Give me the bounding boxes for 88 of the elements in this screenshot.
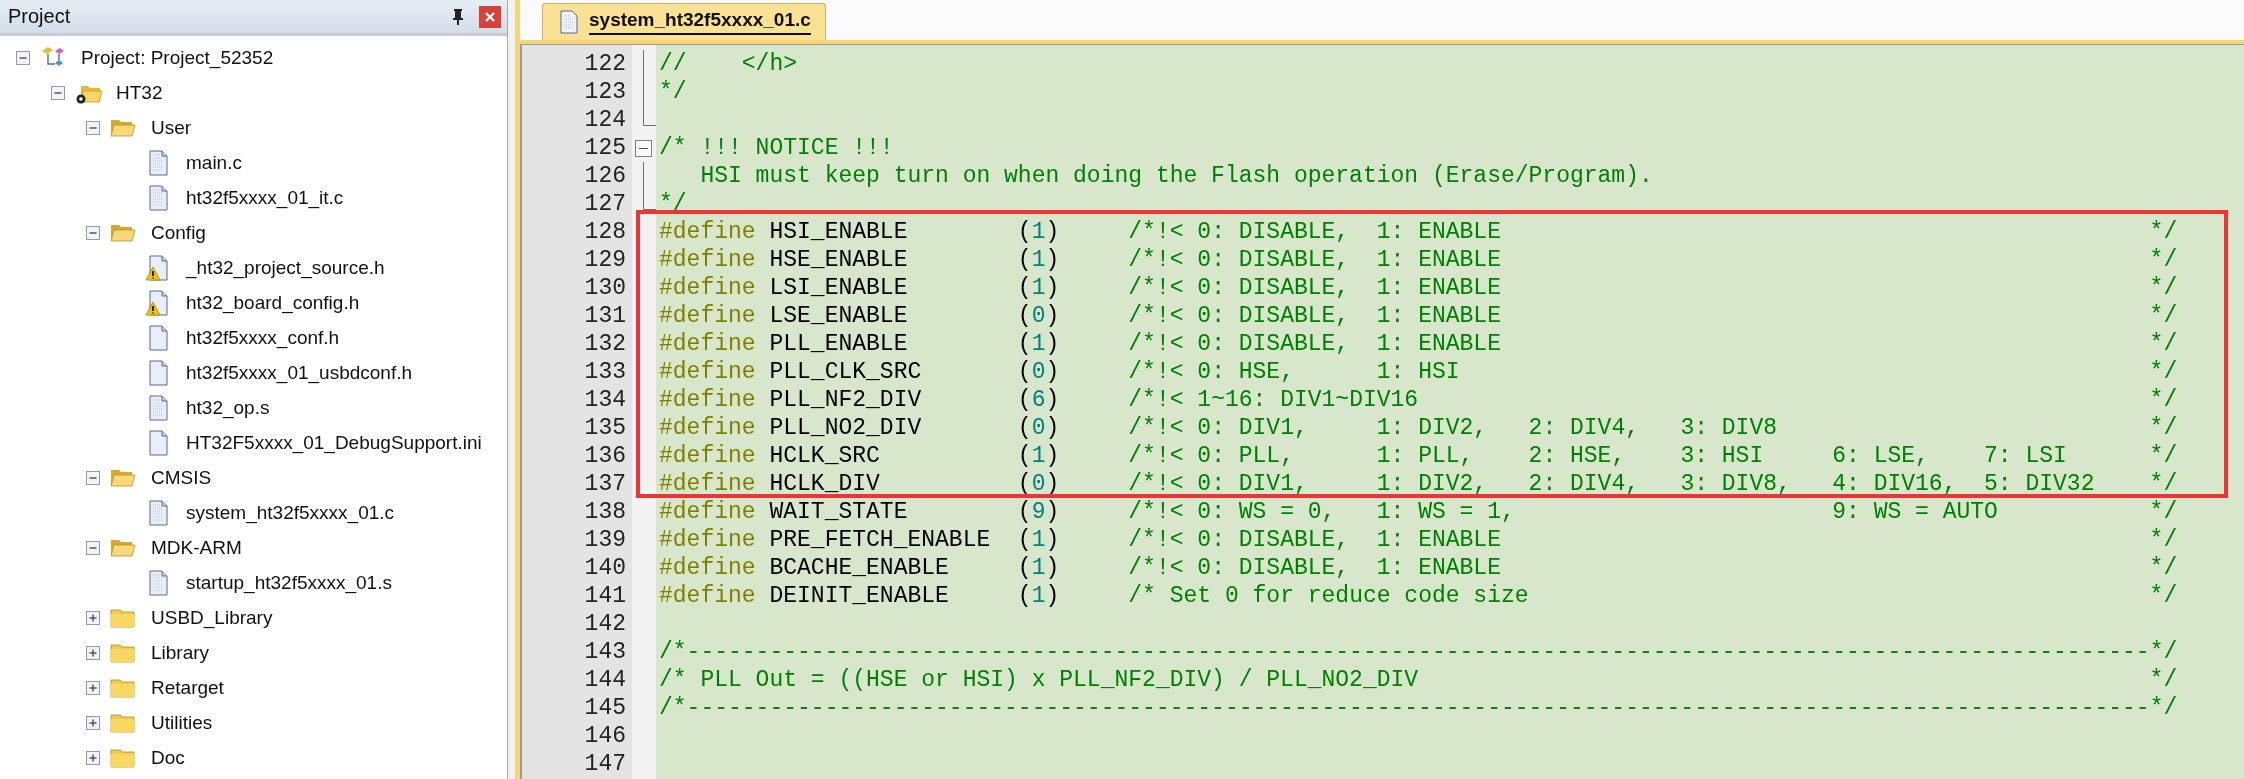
line-number: 138	[583, 498, 627, 526]
code-line: #define LSI_ENABLE (1) /*!< 0: DISABLE, 1: ENABLE */	[658, 274, 2178, 302]
line-number: 123	[583, 78, 627, 106]
line-number: 143	[583, 638, 627, 666]
code-line: */	[658, 78, 688, 106]
code-line: #define BCACHE_ENABLE (1) /*!< 0: DISABLE, 1: ENABLE */	[658, 554, 2178, 582]
line-number: 141	[583, 582, 627, 610]
code-line: /* !!! NOTICE !!!	[658, 134, 895, 162]
line-number: 133	[583, 358, 627, 386]
tree-item[interactable]: Config	[151, 221, 206, 244]
tree-item[interactable]: CMSIS	[151, 466, 212, 489]
line-number: 137	[583, 470, 627, 498]
file-icon	[559, 10, 579, 34]
fold-end-line	[642, 190, 656, 210]
code-line: // </h>	[658, 50, 799, 78]
tree-item[interactable]: Doc	[151, 746, 185, 769]
line-number: 135	[583, 414, 627, 442]
expand-toggle[interactable]	[86, 610, 100, 625]
code-line: */	[658, 190, 688, 218]
tree-item[interactable]: User	[151, 116, 192, 139]
line-number: 122	[583, 50, 627, 78]
pin-icon[interactable]	[451, 7, 465, 26]
line-number: 124	[583, 106, 627, 134]
tree-item[interactable]: USBD_Library	[151, 606, 273, 629]
collapse-toggle[interactable]	[86, 120, 100, 135]
line-number: 125	[583, 134, 627, 162]
tree-item[interactable]: _ht32_project_source.h	[186, 256, 385, 279]
line-number: 129	[583, 246, 627, 274]
line-number: 132	[583, 330, 627, 358]
tree-item[interactable]: Library	[151, 641, 210, 664]
tree-item[interactable]: ht32_op.s	[186, 396, 270, 419]
tree-item[interactable]: ht32f5xxxx_01_it.c	[186, 186, 344, 209]
line-number: 145	[583, 694, 627, 722]
line-number: 142	[583, 610, 627, 638]
line-number: 130	[583, 274, 627, 302]
code-line: #define HSE_ENABLE (1) /*!< 0: DISABLE, 1: ENABLE */	[658, 246, 2178, 274]
line-number: 136	[583, 442, 627, 470]
tree-item[interactable]: HT32	[116, 81, 163, 104]
fold-line	[642, 162, 645, 190]
line-number: 126	[583, 162, 627, 190]
code-line: #define HSI_ENABLE (1) /*!< 0: DISABLE, 1: ENABLE */	[658, 218, 2178, 246]
tree-item[interactable]: ht32f5xxxx_01_usbdconf.h	[186, 361, 413, 384]
expand-toggle[interactable]	[86, 750, 100, 765]
panel-title: Project	[8, 5, 72, 28]
line-number: 128	[583, 218, 627, 246]
tree-item[interactable]: system_ht32f5xxxx_01.c	[186, 501, 395, 524]
tree-item[interactable]: startup_ht32f5xxxx_01.s	[186, 571, 392, 594]
expand-toggle[interactable]	[86, 680, 100, 695]
fold-end-line	[642, 106, 656, 126]
code-line: #define WAIT_STATE (9) /*!< 0: WS = 0, 1: WS = 1, 9: WS = AUTO */	[658, 498, 2178, 526]
code-line: #define PRE_FETCH_ENABLE (1) /*!< 0: DISABLE, 1: ENABLE */	[658, 526, 2178, 554]
code-line: #define HCLK_DIV (0) /*!< 0: DIV1, 1: DIV2, 2: DIV4, 3: DIV8, 4: DIV16, 5: DIV32 */	[658, 470, 2178, 498]
file-tab[interactable]: system_ht32f5xxxx_01.c	[542, 3, 826, 40]
line-number: 147	[583, 750, 627, 778]
code-line: #define PLL_NF2_DIV (6) /*!< 1~16: DIV1~DIV16 */	[658, 386, 2178, 414]
close-button[interactable]	[479, 5, 501, 28]
expand-toggle[interactable]	[86, 645, 100, 660]
tree-item[interactable]: Utilities	[151, 711, 213, 734]
line-number: 140	[583, 554, 627, 582]
collapse-toggle[interactable]	[86, 470, 100, 485]
code-line: /*----------------------------------------------------------------------------------------------------------*/	[658, 694, 2178, 722]
collapse-toggle[interactable]	[16, 50, 30, 65]
code-line: #define PLL_ENABLE (1) /*!< 0: DISABLE, 1: ENABLE */	[658, 330, 2178, 358]
code-line: /* PLL Out = ((HSE or HSI) x PLL_NF2_DIV) / PLL_NO2_DIV */	[658, 666, 2178, 694]
expand-toggle[interactable]	[86, 715, 100, 730]
code-line: /*----------------------------------------------------------------------------------------------------------*/	[658, 638, 2178, 666]
code-line: HSI must keep turn on when doing the Flash operation (Erase/Program).	[699, 162, 1654, 190]
line-number: 146	[583, 722, 627, 750]
line-number: 139	[583, 526, 627, 554]
code-line: #define PLL_CLK_SRC (0) /*!< 0: HSE, 1: HSI */	[658, 358, 2178, 386]
collapse-toggle[interactable]	[86, 225, 100, 240]
line-number: 127	[583, 190, 627, 218]
code-line: #define DEINIT_ENABLE (1) /* Set 0 for reduce code size */	[658, 582, 2178, 610]
line-number: 131	[583, 302, 627, 330]
line-number: 134	[583, 386, 627, 414]
tree-item[interactable]: Project: Project_52352	[81, 46, 274, 69]
collapse-toggle[interactable]	[86, 540, 100, 555]
code-line: #define LSE_ENABLE (0) /*!< 0: DISABLE, 1: ENABLE */	[658, 302, 2178, 330]
tree-item[interactable]: ht32_board_config.h	[186, 291, 360, 314]
tree-item[interactable]: ht32f5xxxx_conf.h	[186, 326, 340, 349]
code-line: #define HCLK_SRC (1) /*!< 0: PLL, 1: PLL, 2: HSE, 3: HSI 6: LSE, 7: LSI */	[658, 442, 2178, 470]
tree-item[interactable]: Retarget	[151, 676, 224, 699]
code-line: #define PLL_NO2_DIV (0) /*!< 0: DIV1, 1: DIV2, 2: DIV4, 3: DIV8 */	[658, 414, 2178, 442]
tree-item[interactable]: HT32F5xxxx_01_DebugSupport.ini	[186, 431, 482, 454]
line-number: 144	[583, 666, 627, 694]
tree-item[interactable]: main.c	[186, 151, 242, 174]
tree-item[interactable]: MDK-ARM	[151, 536, 242, 559]
collapse-toggle[interactable]	[51, 85, 65, 100]
